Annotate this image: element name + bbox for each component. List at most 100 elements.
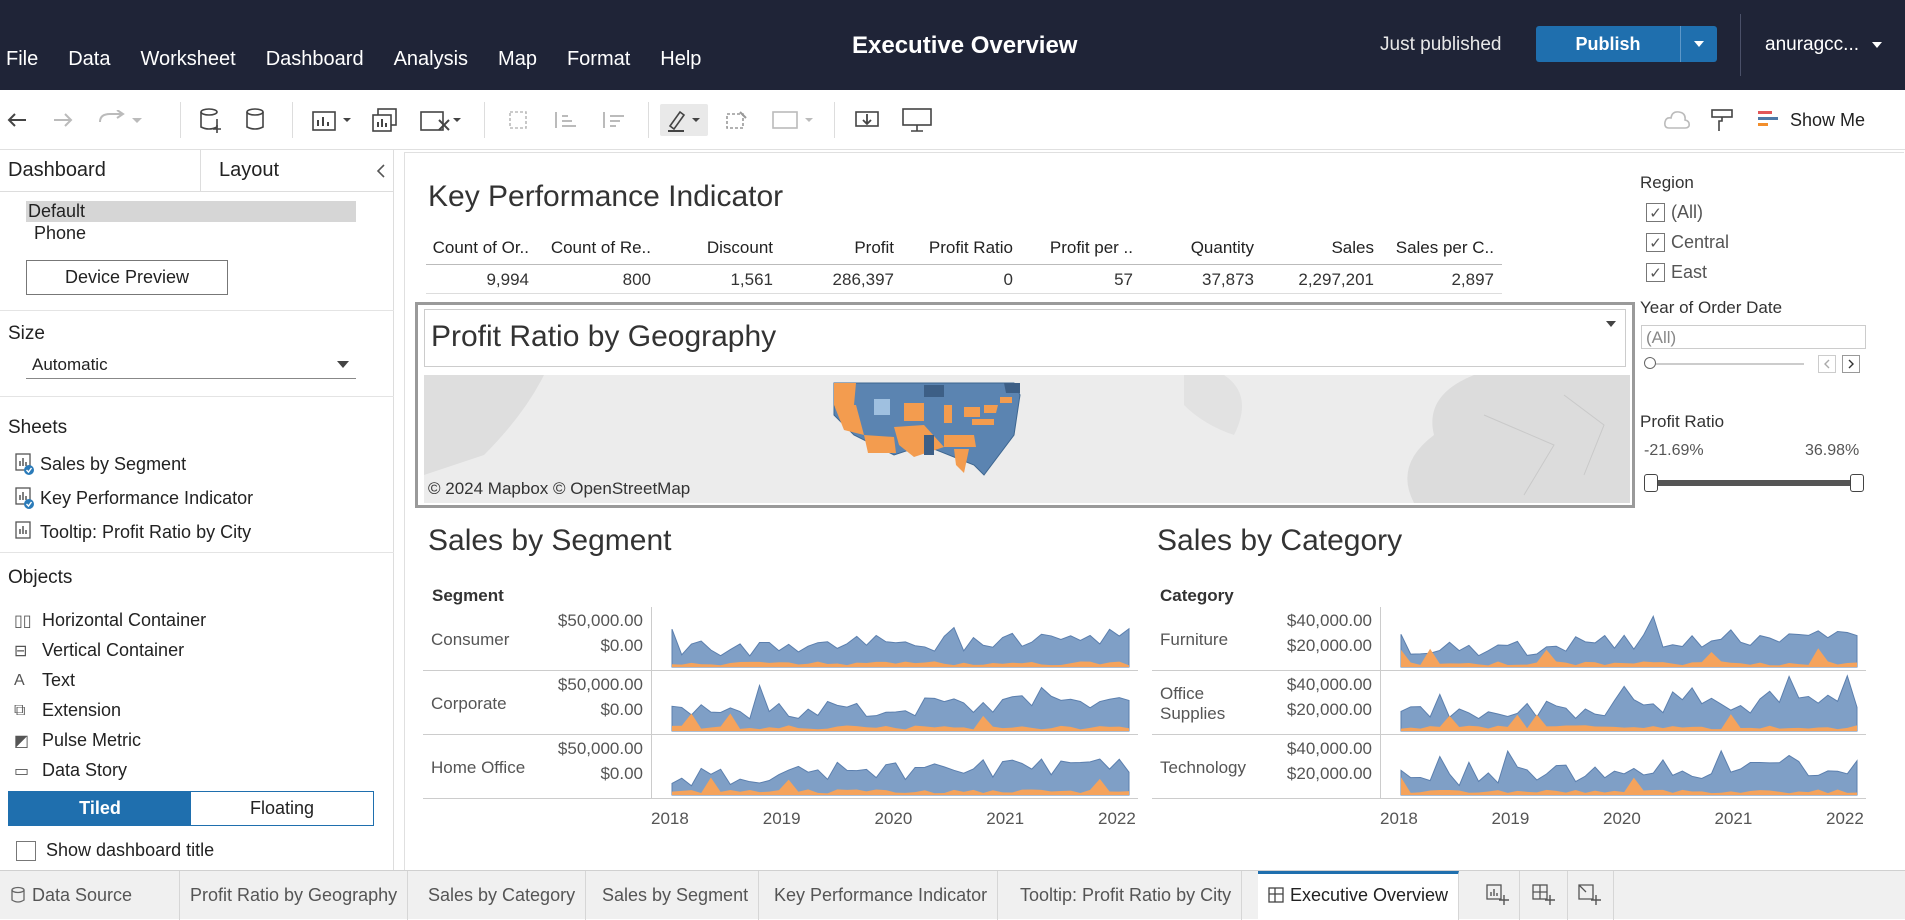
publish-button[interactable]: Publish	[1536, 26, 1680, 62]
kpi-value: 0	[1003, 270, 1013, 289]
chevron-down-icon[interactable]	[1605, 320, 1617, 328]
row-label: Home Office	[431, 758, 526, 777]
kpi-column-header: Discount	[706, 238, 773, 257]
new-worksheet-button[interactable]	[310, 104, 354, 136]
sheet-item[interactable]: Sales by Segment	[14, 452, 186, 476]
new-dashboard-tab-button[interactable]	[1522, 871, 1568, 920]
show-title-option[interactable]: Show dashboard title	[16, 840, 214, 861]
replay-button[interactable]	[94, 104, 144, 136]
area-plot	[651, 671, 1130, 735]
menu-data[interactable]: Data	[68, 48, 110, 71]
axis-tick-label: $0.00	[600, 764, 643, 783]
sheet-item[interactable]: Key Performance Indicator	[14, 486, 253, 510]
format-painter-button[interactable]	[1708, 104, 1738, 136]
presentation-mode-button[interactable]	[900, 104, 934, 136]
download-button[interactable]	[852, 104, 882, 136]
new-story-icon	[1578, 884, 1601, 905]
pause-updates-button[interactable]	[242, 104, 272, 136]
tab-sheet[interactable]: Sales by Segment	[592, 871, 760, 920]
sales-area	[671, 683, 1130, 732]
year-prev-button[interactable]	[1818, 355, 1836, 373]
tab-dashboard-active[interactable]: Executive Overview	[1258, 871, 1460, 920]
fit-button[interactable]	[768, 104, 818, 136]
year-slider-track[interactable]	[1646, 363, 1804, 365]
device-default[interactable]: Default	[26, 201, 356, 222]
year-filter-input[interactable]: (All)	[1641, 325, 1866, 349]
pulse-metric-icon: ◩	[14, 732, 30, 750]
sort-descending-button[interactable]	[598, 104, 628, 136]
data-guide-button[interactable]	[1662, 104, 1692, 136]
year-tick-label: 2018	[651, 809, 689, 828]
tab-data-source[interactable]: Data Source	[0, 871, 180, 920]
divider	[1740, 14, 1741, 76]
menu-analysis[interactable]: Analysis	[394, 48, 468, 71]
menu-dashboard[interactable]: Dashboard	[266, 48, 364, 71]
object-item[interactable]: ⊟ Vertical Container	[14, 640, 184, 661]
tab-sheet[interactable]: Key Performance Indicator	[764, 871, 999, 920]
year-slider-handle[interactable]	[1644, 357, 1656, 369]
user-menu[interactable]: anuragcc...	[1765, 34, 1884, 56]
redo-button[interactable]	[48, 104, 78, 136]
back-button[interactable]	[2, 104, 32, 136]
profit-ratio-slider-min-handle[interactable]	[1644, 474, 1658, 492]
object-item[interactable]: ▯▯ Horizontal Container	[14, 610, 206, 631]
new-datasource-button[interactable]	[196, 104, 226, 136]
map-credit: © 2024 Mapbox © OpenStreetMap	[428, 479, 691, 498]
highlight-button[interactable]	[660, 104, 708, 136]
sheet-item[interactable]: Tooltip: Profit Ratio by City	[14, 520, 251, 544]
text-icon: A	[14, 671, 25, 689]
object-label: Pulse Metric	[42, 730, 142, 750]
object-item[interactable]: A Text	[14, 670, 75, 691]
device-phone[interactable]: Phone	[34, 223, 86, 244]
region-option-central[interactable]: ✓ Central	[1646, 232, 1729, 253]
duplicate-sheet-button[interactable]	[370, 104, 400, 136]
divider	[0, 310, 394, 311]
new-story-tab-button[interactable]	[1568, 871, 1614, 920]
menu-help[interactable]: Help	[660, 48, 701, 71]
tab-sheet[interactable]: Profit Ratio by Geography	[180, 871, 409, 920]
kpi-value: 37,873	[1202, 270, 1254, 289]
checkbox-checked-icon: ✓	[1646, 233, 1665, 252]
device-preview-button[interactable]: Device Preview	[26, 260, 228, 295]
show-me-button[interactable]: Show Me	[1756, 104, 1896, 136]
profit-ratio-map-panel[interactable]: Profit Ratio by Geography © 2024 Mapbox …	[415, 302, 1635, 508]
kpi-value: 9,994	[486, 270, 529, 289]
collapse-panel-button[interactable]	[371, 150, 391, 191]
sort-ascending-button[interactable]	[550, 104, 580, 136]
new-sheet-icon	[312, 111, 351, 131]
map-view[interactable]: © 2024 Mapbox © OpenStreetMap	[424, 375, 1630, 503]
publish-options-button[interactable]	[1680, 26, 1717, 62]
object-item[interactable]: ▭ Data Story	[14, 760, 127, 781]
layout-mode-toggle: Tiled Floating	[8, 791, 374, 826]
tab-sheet[interactable]: Tooltip: Profit Ratio by City	[1010, 871, 1243, 920]
menu-file[interactable]: File	[6, 48, 38, 71]
floating-button[interactable]: Floating	[191, 792, 373, 825]
tiled-button[interactable]: Tiled	[9, 792, 191, 825]
swap-button[interactable]	[504, 104, 534, 136]
group-members-button[interactable]	[722, 104, 752, 136]
object-item[interactable]: ⧉ Extension	[14, 700, 121, 721]
region-option-all[interactable]: ✓ (All)	[1646, 202, 1703, 223]
tab-sheet[interactable]: Sales by Category	[418, 871, 587, 920]
sheets-heading: Sheets	[8, 417, 68, 438]
show-title-checkbox[interactable]	[16, 840, 36, 861]
tab-dashboard[interactable]: Dashboard	[0, 150, 201, 191]
database-add-icon	[200, 108, 221, 133]
tab-label: Data Source	[32, 885, 133, 905]
area-plot	[1380, 607, 1858, 671]
profit-ratio-slider-track[interactable]	[1650, 480, 1856, 486]
region-option-east[interactable]: ✓ East	[1646, 262, 1707, 283]
profit-ratio-slider-max-handle[interactable]	[1850, 474, 1864, 492]
year-next-button[interactable]	[1842, 355, 1860, 373]
clear-sheet-button[interactable]	[418, 104, 464, 136]
divider	[292, 102, 293, 138]
menu-map[interactable]: Map	[498, 48, 537, 71]
new-worksheet-tab-button[interactable]	[1476, 871, 1520, 920]
menu-format[interactable]: Format	[567, 48, 630, 71]
sales-area	[671, 626, 1130, 668]
object-item[interactable]: ◩ Pulse Metric	[14, 730, 141, 751]
size-dropdown[interactable]: Automatic	[26, 350, 356, 379]
region-filter-title: Region	[1640, 173, 1694, 192]
tab-layout[interactable]: Layout	[201, 150, 371, 191]
menu-worksheet[interactable]: Worksheet	[140, 48, 235, 71]
